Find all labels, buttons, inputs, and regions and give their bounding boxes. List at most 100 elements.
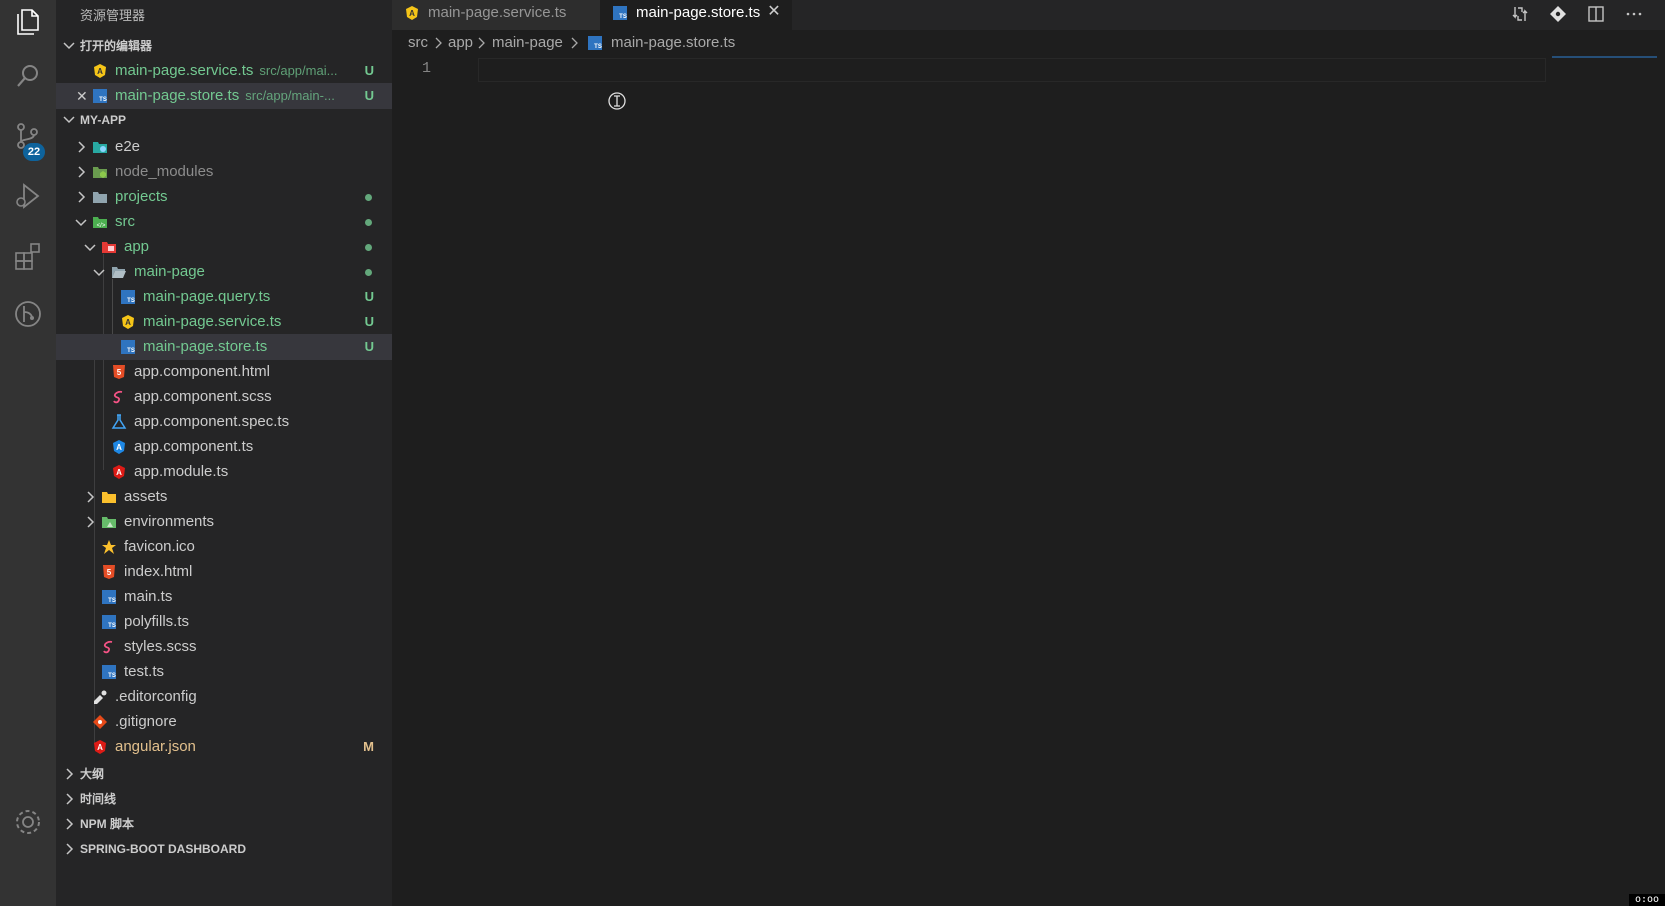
split-editor-icon[interactable] [1586,4,1606,24]
svg-text:TS: TS [127,298,135,304]
tree-file[interactable]: 5 index.html [56,559,392,585]
app-folder-icon [102,242,116,253]
chevron-down-icon [84,244,96,252]
git-change-dot [365,194,372,201]
folder-icon [93,192,107,203]
open-editor-item-active[interactable]: ✕ TS main-page.store.ts src/app/main-... … [56,83,392,109]
git-lens-icon[interactable] [1548,4,1568,24]
star-icon [102,540,116,554]
extensions-icon[interactable] [12,240,44,272]
tree-folder[interactable]: app [56,234,392,260]
tree-file[interactable]: TS main-page.query.ts U [56,284,392,310]
tree-file[interactable]: A app.component.ts [56,434,392,460]
tab-main-page-store[interactable]: TS main-page.store.ts ✕ [600,0,792,30]
svg-text:TS: TS [619,14,627,20]
close-icon[interactable]: ✕ [76,83,88,109]
chevron-down-icon [63,42,75,50]
tree-file[interactable]: A app.module.ts [56,459,392,485]
scrollbar-indicator[interactable] [1552,56,1657,58]
tree-file[interactable]: TS polyfills.ts [56,609,392,635]
angular-service-icon: A [122,315,134,329]
e2e-folder-icon [93,142,107,153]
svg-text:TS: TS [108,623,116,629]
typescript-icon: TS [121,290,135,304]
tree-folder[interactable]: main-page [56,259,392,285]
files-icon[interactable] [12,4,44,36]
text-cursor-icon [608,92,626,110]
tree-file[interactable]: styles.scss [56,634,392,660]
typescript-icon: TS [121,340,135,354]
tree-file[interactable]: app.component.scss [56,384,392,410]
tab-main-page-service[interactable]: A main-page.service.ts [392,0,600,30]
open-editors-header[interactable]: 打开的编辑器 [56,34,392,58]
project-header[interactable]: MY-APP [56,108,392,132]
tree-folder[interactable]: e2e [56,134,392,160]
compare-changes-icon[interactable] [1510,4,1530,24]
chevron-right-icon [435,37,442,49]
git-graph-icon[interactable] [12,298,44,330]
environment-folder-icon [102,517,116,528]
more-actions-icon[interactable] [1624,4,1644,24]
chevron-right-icon [87,516,95,528]
tree-file[interactable]: 5 app.component.html [56,359,392,385]
test-flask-icon [111,414,127,429]
svg-text:5: 5 [117,368,122,377]
tree-file[interactable]: .gitignore [56,709,392,735]
svg-text:TS: TS [127,348,135,354]
close-tab-icon[interactable]: ✕ [766,3,782,21]
chevron-right-icon [478,37,485,49]
svg-text:TS: TS [108,673,116,679]
current-line-highlight [478,58,1546,82]
svg-text:</>: </> [97,223,106,229]
sidebar-title: 资源管理器 [80,8,146,23]
chevron-down-icon [63,116,75,124]
tree-file[interactable]: TS test.ts [56,659,392,685]
tree-file[interactable]: TS main.ts [56,584,392,610]
open-editor-item[interactable]: A main-page.service.ts src/app/mai... U [56,58,392,84]
typescript-icon: TS [588,36,602,50]
tree-folder[interactable]: assets [56,484,392,510]
assets-folder-icon [102,492,116,503]
git-change-dot [365,269,372,276]
timeline-section-header[interactable]: 时间线 [56,787,392,811]
tree-file[interactable]: app.component.spec.ts [56,409,392,435]
breadcrumb-item[interactable]: main-page [492,32,563,54]
tree-file[interactable]: favicon.ico [56,534,392,560]
breadcrumb-item[interactable]: app [448,32,473,54]
chevron-right-icon [66,843,74,855]
svg-text:A: A [116,468,122,477]
breadcrumb-item[interactable]: main-page.store.ts [611,32,735,54]
tree-folder[interactable]: environments [56,509,392,535]
line-number: 1 [422,60,432,77]
chevron-right-icon [78,191,86,203]
git-change-dot [365,244,372,251]
svg-text:TS: TS [99,97,107,103]
tree-file-selected[interactable]: TS main-page.store.ts U [56,334,392,360]
outline-section-header[interactable]: 大纲 [56,762,392,786]
svg-text:A: A [116,443,122,452]
svg-text:TS: TS [108,598,116,604]
svg-text:A: A [125,318,131,327]
sass-icon [103,640,113,654]
git-icon [93,715,107,729]
search-icon[interactable] [12,60,44,92]
run-debug-icon[interactable] [12,180,44,212]
tree-folder[interactable]: projects [56,184,392,210]
tree-folder[interactable]: </> src [56,209,392,235]
typescript-icon: TS [613,6,627,20]
breadcrumb-item[interactable]: src [408,32,428,54]
typescript-icon: TS [102,590,116,604]
tree-file[interactable]: .editorconfig [56,684,392,710]
tree-file[interactable]: A main-page.service.ts U [56,309,392,335]
typescript-icon: TS [102,665,116,679]
corner-overlay: o:oo [1629,894,1665,906]
tree-file[interactable]: A angular.json M [56,734,392,760]
folder-open-icon [112,267,126,278]
settings-gear-icon[interactable] [12,806,44,838]
tree-folder[interactable]: node_modules [56,159,392,185]
editorconfig-icon [94,690,107,704]
code-editor[interactable]: 1 [392,56,1665,906]
npm-scripts-section-header[interactable]: NPM 脚本 [56,812,392,836]
spring-boot-dashboard-section-header[interactable]: SPRING-BOOT DASHBOARD [56,837,392,861]
svg-text:TS: TS [594,44,602,50]
